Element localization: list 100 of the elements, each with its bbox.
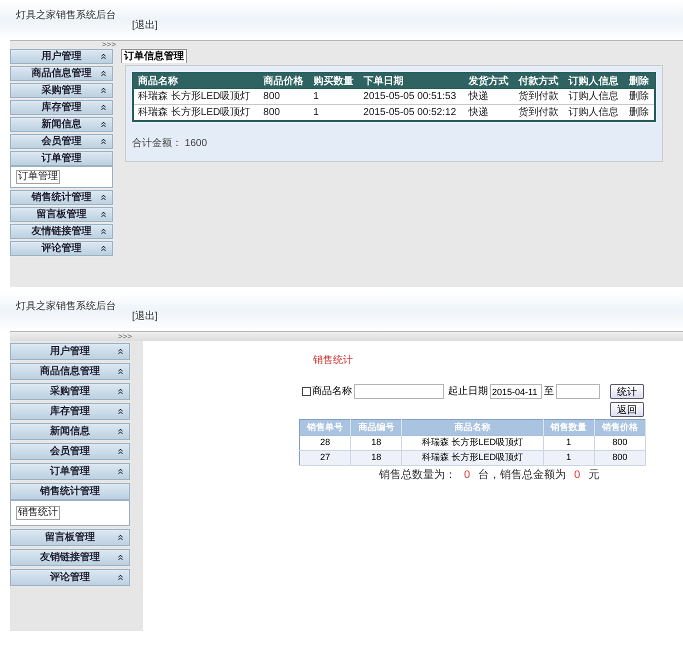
collapse-icon	[116, 407, 125, 416]
column-header: 下单日期	[359, 73, 464, 89]
collapse-icon	[99, 120, 108, 129]
table-cell: 科瑞森 长方形LED吸顶灯	[402, 450, 544, 466]
logout-link[interactable]: [退出]	[132, 309, 158, 324]
collapse-icon	[116, 427, 125, 436]
submenu-link[interactable]: 订单管理	[16, 170, 60, 184]
sidebar-toggle[interactable]: >>>	[118, 332, 132, 341]
column-header: 删除	[624, 73, 655, 89]
collapse-icon	[116, 553, 125, 562]
field-label: 至	[544, 385, 554, 399]
menu-header[interactable]: 评论管理	[10, 241, 113, 256]
menu-header[interactable]: 用户管理	[10, 49, 113, 64]
menu-header[interactable]: 商品信息管理	[10, 363, 130, 380]
menu-header[interactable]: 采购管理	[10, 383, 130, 400]
table-cell: 货到付款	[514, 104, 564, 121]
table-cell: 删除	[624, 104, 655, 121]
summary-text: 0	[463, 468, 472, 483]
table-cell: 1	[309, 89, 360, 104]
collapse-icon	[99, 210, 108, 219]
menu-header[interactable]: 会员管理	[10, 443, 130, 460]
menu-header[interactable]: 商品信息管理	[10, 66, 113, 81]
collapse-icon	[116, 447, 125, 456]
table-cell: 1	[309, 104, 360, 121]
menu-header[interactable]: 新闻信息	[10, 423, 130, 440]
collapse-icon	[116, 467, 125, 476]
column-header: 销售单号	[300, 420, 351, 436]
end-date-field[interactable]	[556, 384, 600, 399]
collapse-icon	[99, 227, 108, 236]
menu-header[interactable]: 友销链接管理	[10, 549, 130, 566]
summary-text: 销售总数量为：	[379, 468, 456, 483]
tab[interactable]: 订单信息管理	[121, 49, 187, 63]
table-cell: 1	[543, 450, 594, 466]
table-cell: 2015-05-05 00:51:53	[359, 89, 464, 104]
table-cell: 800	[594, 450, 646, 466]
table-cell: 27	[300, 450, 351, 466]
column-header: 商品价格	[259, 73, 310, 89]
summary-text: 元	[588, 468, 600, 483]
menu-header[interactable]: 库存管理	[10, 403, 130, 420]
table-cell: 快递	[464, 89, 514, 104]
menu-header[interactable]: 销售统计管理	[10, 190, 113, 205]
field-label: 起止日期	[448, 384, 488, 399]
menu-header[interactable]: 留言板管理	[10, 529, 130, 546]
menu-header[interactable]: 评论管理	[10, 569, 130, 586]
form-button[interactable]: 统计	[610, 384, 644, 399]
table-cell: 科瑞森 长方形LED吸顶灯	[133, 89, 260, 104]
collapse-icon	[99, 86, 108, 95]
submenu-link[interactable]: 销售统计	[16, 506, 60, 520]
menu-header[interactable]: 友情链接管理	[10, 224, 113, 239]
menu-header[interactable]: 用户管理	[10, 343, 130, 360]
summary-text: 0	[573, 468, 582, 483]
column-header: 销售数量	[543, 420, 594, 436]
table-cell: 快递	[464, 104, 514, 121]
logout-link[interactable]: [退出]	[132, 18, 158, 33]
column-header: 销售价格	[594, 420, 646, 436]
collapse-icon	[116, 367, 125, 376]
collapse-icon	[99, 137, 108, 146]
column-header: 商品名称	[402, 420, 544, 436]
name-field[interactable]	[354, 384, 444, 399]
table-cell: 2015-05-05 00:52:12	[359, 104, 464, 121]
page-heading: 销售统计	[313, 354, 354, 368]
menu-header[interactable]: 留言板管理	[10, 207, 113, 222]
collapse-icon	[116, 387, 125, 396]
table-cell: 科瑞森 长方形LED吸顶灯	[133, 104, 260, 121]
app-title: 灯具之家销售系统后台	[16, 301, 117, 313]
collapse-icon	[116, 347, 125, 356]
menu-header[interactable]: 新闻信息	[10, 117, 113, 132]
table-cell: 删除	[624, 89, 655, 104]
collapse-icon	[99, 103, 108, 112]
collapse-icon	[99, 52, 108, 61]
collapse-icon	[99, 69, 108, 78]
table-cell: 订购人信息	[564, 89, 625, 104]
form-button[interactable]: 返回	[610, 402, 644, 417]
menu-header[interactable]: 采购管理	[10, 83, 113, 98]
sidebar-toggle[interactable]: >>>	[102, 41, 116, 49]
column-header: 商品名称	[133, 73, 260, 89]
column-header: 商品编号	[350, 420, 402, 436]
field-label: 商品名称	[312, 384, 352, 399]
start-date-field[interactable]: 2015-04-11	[490, 384, 542, 399]
collapse-icon	[99, 193, 108, 202]
menu-header[interactable]: 订单管理	[10, 151, 113, 166]
collapse-icon	[116, 533, 125, 542]
summary-text: 台，销售总金额为	[478, 468, 566, 483]
menu-header[interactable]: 库存管理	[10, 100, 113, 115]
menu-header[interactable]: 会员管理	[10, 134, 113, 149]
table-cell: 18	[350, 450, 402, 466]
column-header: 购买数量	[309, 73, 360, 89]
table-cell: 800	[259, 104, 310, 121]
collapse-icon	[116, 573, 125, 582]
column-header: 付款方式	[514, 73, 564, 89]
app-title: 灯具之家销售系统后台	[16, 10, 117, 22]
table-cell: 订购人信息	[564, 104, 625, 121]
collapse-icon	[99, 244, 108, 253]
menu-header[interactable]: 销售统计管理	[10, 483, 130, 500]
column-header: 订购人信息	[564, 73, 625, 89]
table-cell: 货到付款	[514, 89, 564, 104]
name-checkbox[interactable]	[302, 387, 311, 396]
menu-header[interactable]: 订单管理	[10, 463, 130, 480]
table-cell: 800	[259, 89, 310, 104]
column-header: 发货方式	[464, 73, 514, 89]
